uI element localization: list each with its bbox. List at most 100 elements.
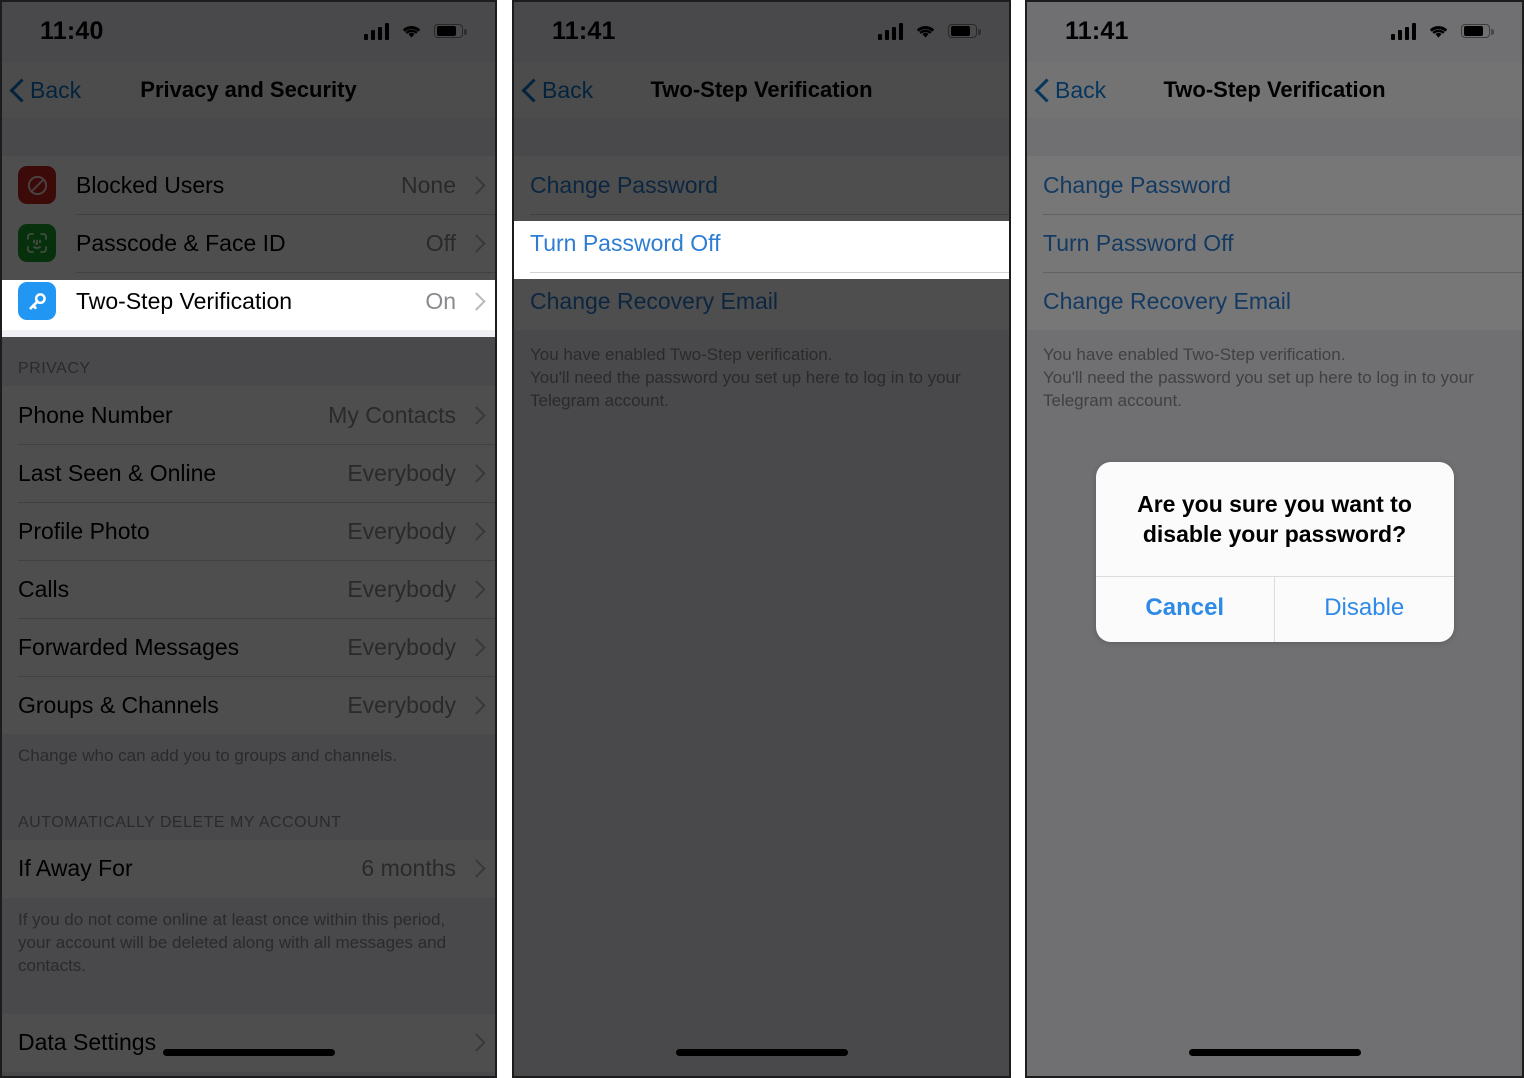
row-phone-number[interactable]: Phone Number My Contacts (0, 386, 497, 444)
row-calls[interactable]: Calls Everybody (0, 560, 497, 618)
screenshot-stage: 11:40 Back Privacy and Security Blocked … (0, 0, 1524, 1078)
face-id-icon (18, 224, 56, 262)
home-indicator (162, 1049, 335, 1056)
phone-screen: 11:41 Back Two-Step Verification Change … (512, 0, 1011, 1078)
row-forwarded-messages[interactable]: Forwarded Messages Everybody (0, 618, 497, 676)
alert-title: Are you sure you want to disable your pa… (1137, 491, 1412, 547)
chevron-right-icon (470, 406, 481, 425)
back-button-label: Back (542, 76, 594, 103)
row-label: Profile Photo (18, 517, 150, 544)
screen-content: 11:40 Back Privacy and Security Blocked … (0, 0, 497, 1078)
battery-icon (434, 23, 467, 39)
row-label: Change Recovery Email (530, 287, 779, 314)
cancel-button[interactable]: Cancel (1096, 577, 1275, 642)
chevron-right-icon (470, 176, 481, 195)
data-settings-group: Data Settings (0, 1013, 497, 1072)
row-two-step-verification[interactable]: Two-Step Verification On (0, 272, 497, 330)
row-turn-password-off[interactable]: Turn Password Off (512, 214, 1011, 272)
status-bar: 11:41 (512, 0, 1011, 62)
chevron-right-icon (470, 580, 481, 599)
chevron-right-icon (470, 696, 481, 715)
two-step-options-group: Change Password Turn Password Off Change… (512, 156, 1011, 330)
row-label: Last Seen & Online (18, 459, 217, 486)
blocked-users-icon (18, 166, 56, 204)
chevron-right-icon (470, 292, 481, 311)
phone-panel-disable-password-alert: 11:41 Back Two-Step Verification Change … (1025, 0, 1524, 1078)
row-label: Blocked Users (76, 171, 225, 198)
phone-panel-privacy-security: 11:40 Back Privacy and Security Blocked … (0, 0, 497, 1078)
row-if-away-for[interactable]: If Away For 6 months (0, 839, 497, 898)
row-value: Off (425, 229, 456, 256)
signal-bars-icon (877, 22, 903, 40)
row-label: Two-Step Verification (76, 287, 293, 314)
alert-button-row: Cancel Disable (1095, 575, 1454, 642)
row-label: Turn Password Off (530, 229, 721, 256)
privacy-group: Phone Number My Contacts Last Seen & Onl… (0, 386, 497, 734)
chevron-right-icon (470, 1033, 481, 1052)
back-button[interactable]: Back (512, 77, 593, 104)
phone-screen: 11:40 Back Privacy and Security Blocked … (0, 0, 497, 1078)
status-bar: 11:40 (0, 0, 497, 62)
disable-button[interactable]: Disable (1274, 576, 1454, 642)
disable-password-alert: Are you sure you want to disable your pa… (1095, 462, 1454, 642)
auto-delete-group: If Away For 6 months (0, 839, 497, 898)
signal-bars-icon (363, 22, 389, 40)
row-label: Groups & Channels (18, 691, 219, 718)
row-value: Everybody (347, 691, 456, 718)
row-passcode-face-id[interactable]: Passcode & Face ID Off (0, 214, 497, 272)
row-label: Calls (18, 575, 70, 602)
privacy-footer-note: Change who can add you to groups and cha… (0, 734, 497, 786)
row-label: Passcode & Face ID (76, 229, 286, 256)
battery-icon (948, 23, 981, 39)
alert-body: Are you sure you want to disable your pa… (1096, 462, 1454, 576)
row-label: Forwarded Messages (18, 633, 240, 660)
row-blocked-users[interactable]: Blocked Users None (0, 156, 497, 214)
list-gap (0, 118, 497, 156)
auto-delete-footer-note: If you do not come online at least once … (0, 897, 497, 996)
status-clock: 11:41 (552, 16, 616, 45)
row-value: Everybody (347, 575, 456, 602)
status-clock: 11:40 (40, 16, 104, 45)
panel-separator-2 (1011, 0, 1025, 1078)
list-gap-2 (0, 995, 497, 1014)
home-indicator (675, 1049, 848, 1056)
row-data-settings[interactable]: Data Settings (0, 1013, 497, 1072)
screen-content: 11:41 Back Two-Step Verification Change … (512, 0, 1011, 1078)
row-value: Everybody (347, 459, 456, 486)
chevron-right-icon (470, 522, 481, 541)
chevron-left-icon (10, 78, 24, 103)
chevron-right-icon (470, 464, 481, 483)
back-button[interactable]: Back (0, 77, 81, 104)
list-gap (512, 118, 1011, 156)
row-value: None (401, 171, 456, 198)
back-button-label: Back (30, 76, 82, 103)
chevron-left-icon (522, 78, 536, 103)
two-step-key-icon (18, 282, 56, 320)
status-icon-group (363, 22, 467, 40)
security-group: Blocked Users None Passcode & Face ID Of… (0, 156, 497, 330)
row-change-recovery-email[interactable]: Change Recovery Email (512, 272, 1011, 330)
nav-bar: Back Privacy and Security (0, 62, 497, 118)
row-profile-photo[interactable]: Profile Photo Everybody (0, 502, 497, 560)
row-groups-channels[interactable]: Groups & Channels Everybody (0, 676, 497, 734)
row-value: On (425, 287, 456, 314)
row-value: 6 months (361, 855, 456, 882)
nav-bar: Back Two-Step Verification (512, 62, 1011, 118)
chevron-right-icon (470, 234, 481, 253)
row-last-seen-online[interactable]: Last Seen & Online Everybody (0, 444, 497, 502)
two-step-footer-note: You have enabled Two-Step verification. … (512, 330, 1011, 431)
alert-backdrop: Are you sure you want to disable your pa… (1025, 0, 1524, 1078)
phone-panel-two-step-highlight: 11:41 Back Two-Step Verification Change … (512, 0, 1011, 1078)
row-value: My Contacts (328, 401, 456, 428)
row-label: Change Password (530, 171, 718, 198)
chevron-right-icon (470, 638, 481, 657)
row-value: Everybody (347, 633, 456, 660)
auto-delete-section-header: AUTOMATICALLY DELETE MY ACCOUNT (0, 785, 497, 840)
row-label: If Away For (18, 855, 133, 882)
wifi-icon (400, 23, 423, 40)
phone-screen: 11:41 Back Two-Step Verification Change … (1025, 0, 1524, 1078)
wifi-icon (914, 23, 937, 40)
row-change-password[interactable]: Change Password (512, 156, 1011, 214)
privacy-section-header: PRIVACY (0, 330, 497, 386)
row-value: Everybody (347, 517, 456, 544)
